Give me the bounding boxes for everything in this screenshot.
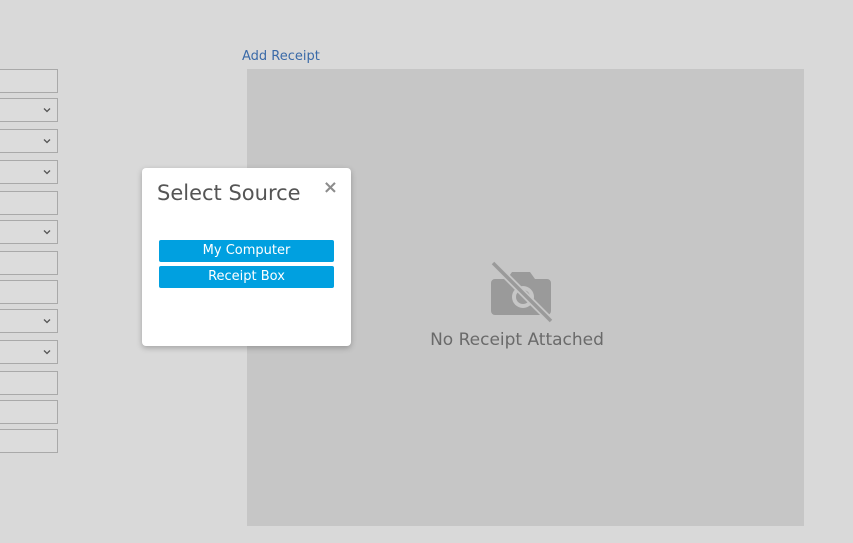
- select-field[interactable]: [0, 220, 58, 244]
- select-field[interactable]: [0, 98, 58, 122]
- select-source-modal: Select Source × My Computer Receipt Box: [142, 168, 351, 346]
- text-field[interactable]: [0, 280, 58, 304]
- text-field[interactable]: [0, 429, 58, 453]
- select-field[interactable]: [0, 340, 58, 364]
- chevron-down-icon: [43, 139, 51, 144]
- chevron-down-icon: [43, 108, 51, 113]
- camera-off-icon: [490, 260, 554, 324]
- text-field[interactable]: [0, 371, 58, 395]
- text-field[interactable]: [0, 69, 58, 93]
- select-field[interactable]: [0, 129, 58, 153]
- select-field[interactable]: [0, 160, 58, 184]
- text-field[interactable]: [0, 400, 58, 424]
- receipt-box-button[interactable]: Receipt Box: [159, 266, 334, 288]
- chevron-down-icon: [43, 170, 51, 175]
- chevron-down-icon: [43, 319, 51, 324]
- chevron-down-icon: [43, 230, 51, 235]
- add-receipt-link[interactable]: Add Receipt: [242, 49, 320, 64]
- form-fields-column: [0, 0, 60, 543]
- text-field[interactable]: [0, 191, 58, 215]
- close-icon[interactable]: ×: [323, 177, 338, 198]
- page: Add Receipt No Receipt Attached Select S…: [0, 0, 853, 543]
- text-field[interactable]: [0, 251, 58, 275]
- select-field[interactable]: [0, 309, 58, 333]
- modal-title: Select Source: [157, 181, 301, 205]
- chevron-down-icon: [43, 350, 51, 355]
- my-computer-button[interactable]: My Computer: [159, 240, 334, 262]
